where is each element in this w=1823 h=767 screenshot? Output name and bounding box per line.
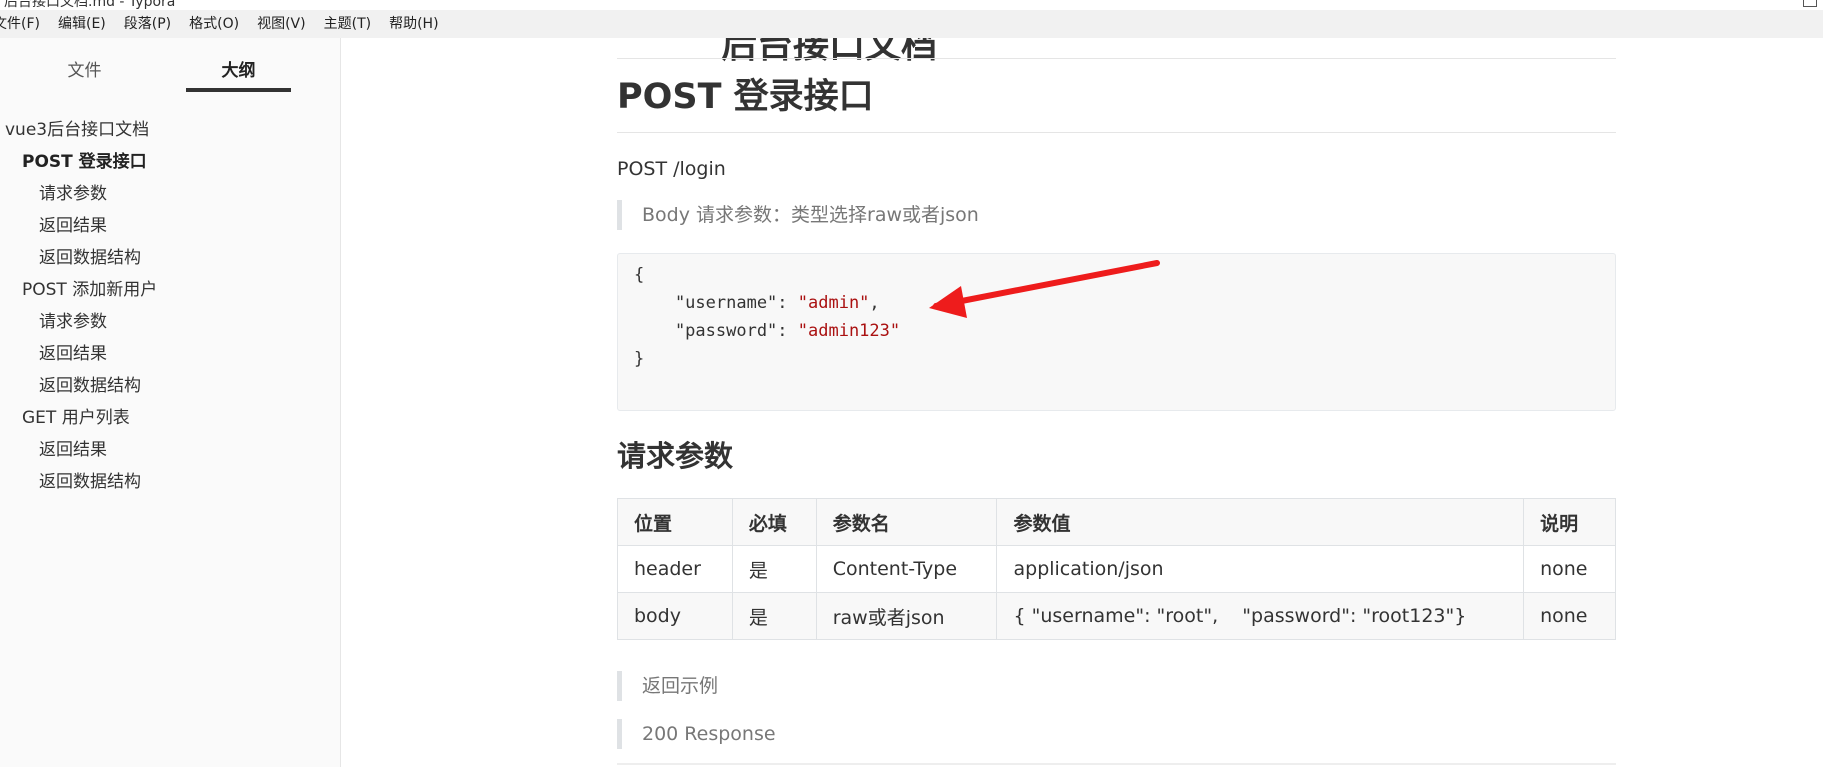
outline-item-post-add-user[interactable]: POST 添加新用户 bbox=[0, 274, 340, 306]
table-header-cell: 参数值 bbox=[996, 498, 1525, 546]
code-block[interactable]: { "username": "admin", "password": "admi… bbox=[617, 253, 1616, 411]
tab-outline[interactable]: 大纲 bbox=[186, 56, 291, 81]
menu-edit[interactable]: 编辑(E) bbox=[58, 10, 106, 38]
code-key: "password": bbox=[634, 321, 798, 341]
menu-paragraph[interactable]: 段落(P) bbox=[124, 10, 171, 38]
table-header-cell: 说明 bbox=[1523, 498, 1616, 546]
active-tab-indicator bbox=[186, 88, 291, 92]
outline-item-post-login[interactable]: POST 登录接口 bbox=[0, 146, 340, 178]
window-titlebar: 后台接口文档.md - Typora bbox=[0, 0, 1823, 10]
outline-item-return-structure[interactable]: 返回数据结构 bbox=[0, 242, 340, 274]
params-table: 位置 必填 参数名 参数值 说明 header 是 Content-Type a… bbox=[617, 498, 1616, 640]
sidebar: 文件 大纲 vue3后台接口文档 POST 登录接口 请求参数 返回结果 返回数… bbox=[0, 38, 341, 767]
menu-view[interactable]: 视图(V) bbox=[257, 10, 306, 38]
table-cell: 是 bbox=[731, 545, 817, 593]
table-cell: body bbox=[617, 592, 733, 640]
code-punct: , bbox=[869, 293, 880, 313]
code-line: "password": "admin123" bbox=[634, 318, 900, 344]
outline-item-return-structure[interactable]: 返回数据结构 bbox=[0, 370, 340, 402]
table-cell: raw或者json bbox=[815, 592, 998, 640]
table-header-cell: 必填 bbox=[731, 498, 817, 546]
outline-item-get-user-list[interactable]: GET 用户列表 bbox=[0, 402, 340, 434]
outline-item-return-result[interactable]: 返回结果 bbox=[0, 434, 340, 466]
code-string: "admin123" bbox=[797, 321, 901, 341]
outline-item-return-structure[interactable]: 返回数据结构 bbox=[0, 466, 340, 498]
window-title: 后台接口文档.md - Typora bbox=[4, 0, 176, 10]
heading-rule bbox=[617, 763, 1616, 765]
section-heading: POST 登录接口 bbox=[617, 77, 874, 117]
table-cell: 是 bbox=[731, 592, 817, 640]
menu-format[interactable]: 格式(O) bbox=[189, 10, 239, 38]
table-row: header 是 Content-Type application/json n… bbox=[617, 545, 1616, 593]
outline-list: vue3后台接口文档 POST 登录接口 请求参数 返回结果 返回数据结构 PO… bbox=[0, 114, 340, 498]
editor-area[interactable]: 后台接口文档 POST 登录接口 POST /login Body 请求参数：类… bbox=[341, 38, 1823, 767]
table-cell: application/json bbox=[996, 545, 1525, 593]
heading-rule bbox=[617, 58, 1616, 59]
outline-item-doc-title[interactable]: vue3后台接口文档 bbox=[0, 114, 340, 146]
response-code-quote: 200 Response bbox=[617, 719, 1616, 749]
table-cell: { "username": "root", "password": "root1… bbox=[996, 592, 1525, 640]
code-string: "admin" bbox=[797, 293, 870, 313]
menu-file[interactable]: 文件(F) bbox=[0, 10, 40, 38]
endpoint-text: POST /login bbox=[617, 158, 726, 180]
outline-item-request-params[interactable]: 请求参数 bbox=[0, 306, 340, 338]
return-example-quote: 返回示例 bbox=[617, 671, 1616, 701]
table-cell: none bbox=[1523, 592, 1616, 640]
code-key: "username": bbox=[634, 293, 798, 313]
code-line: "username": "admin", bbox=[634, 290, 880, 316]
menu-theme[interactable]: 主题(T) bbox=[324, 10, 371, 38]
sidebar-tabs: 文件 大纲 bbox=[0, 38, 340, 98]
table-header-cell: 位置 bbox=[617, 498, 733, 546]
outline-item-request-params[interactable]: 请求参数 bbox=[0, 178, 340, 210]
code-line: { bbox=[634, 265, 645, 285]
table-header-cell: 参数名 bbox=[815, 498, 998, 546]
tab-files[interactable]: 文件 bbox=[32, 56, 137, 81]
menu-bar: 文件(F) 编辑(E) 段落(P) 格式(O) 视图(V) 主题(T) 帮助(H… bbox=[0, 10, 1823, 38]
table-cell: header bbox=[617, 545, 733, 593]
table-cell: Content-Type bbox=[815, 545, 998, 593]
heading-rule bbox=[617, 132, 1616, 133]
outline-item-return-result[interactable]: 返回结果 bbox=[0, 338, 340, 370]
table-cell: none bbox=[1523, 545, 1616, 593]
body-note-quote: Body 请求参数：类型选择raw或者json bbox=[617, 200, 1616, 230]
window-control-icon[interactable] bbox=[1803, 0, 1817, 7]
params-heading: 请求参数 bbox=[617, 439, 734, 473]
menu-help[interactable]: 帮助(H) bbox=[389, 10, 438, 38]
outline-item-return-result[interactable]: 返回结果 bbox=[0, 210, 340, 242]
code-line: } bbox=[634, 349, 645, 369]
table-row: body 是 raw或者json { "username": "root", "… bbox=[617, 592, 1616, 640]
doc-title-heading: 后台接口文档 bbox=[721, 38, 938, 66]
table-header-row: 位置 必填 参数名 参数值 说明 bbox=[617, 498, 1616, 546]
